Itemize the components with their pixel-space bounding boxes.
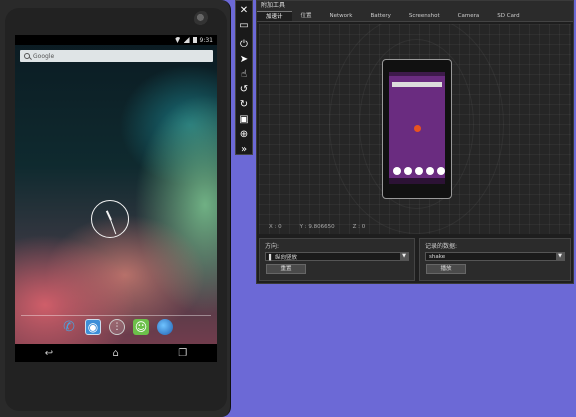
pointer-icon[interactable]: ➤: [237, 53, 251, 66]
emulator-toolbar: ✕ ▭ ⏻ ➤ ☝ ↺ ↻ ▣ ⊕ »: [235, 0, 253, 155]
status-bar: 9:31: [15, 35, 217, 45]
search-placeholder: Google: [33, 52, 55, 60]
clock-minute-hand: [109, 219, 116, 235]
play-button[interactable]: 播放: [426, 264, 466, 274]
device-screen[interactable]: 9:31 Google ✆ ◉ ⋮ ☺ ↩ ⌂ ❐: [15, 35, 217, 362]
orientation-select[interactable]: ▌ 纵向竖放 ▼: [265, 252, 409, 261]
google-search-bar[interactable]: Google: [20, 50, 213, 62]
accel-x-value: X : 0: [269, 224, 282, 230]
home-icon[interactable]: ⌂: [113, 348, 119, 359]
back-icon[interactable]: ↩: [45, 348, 53, 359]
status-time: 9:31: [199, 36, 213, 44]
device-model-dock-icon: [393, 167, 401, 175]
rotate-right-icon[interactable]: ↻: [237, 98, 251, 111]
tab-accelerometer[interactable]: 加速计: [257, 11, 292, 21]
accelerometer-dot: [414, 125, 421, 132]
camera-icon: [194, 11, 210, 27]
tab-sd-card[interactable]: SD Card: [488, 11, 528, 21]
browser-icon[interactable]: [157, 319, 173, 335]
device-model[interactable]: [382, 59, 452, 199]
orientation-selected-value: ▌ 纵向竖放: [269, 254, 297, 261]
analog-clock-widget[interactable]: [91, 200, 129, 238]
tab-network[interactable]: Network: [321, 11, 362, 21]
contacts-icon[interactable]: ◉: [85, 319, 101, 335]
navigation-bar: ↩ ⌂ ❐: [15, 344, 217, 362]
signal-icon: [183, 37, 190, 43]
device-model-dock: [393, 167, 445, 175]
recents-icon[interactable]: ❐: [178, 348, 187, 359]
orientation-panel: 方向: ▌ 纵向竖放 ▼ 重置: [259, 238, 415, 281]
recorded-data-panel: 记录的数据: shake ▼ 播放: [419, 238, 571, 281]
screenshot-icon[interactable]: ▣: [237, 113, 251, 126]
reset-button[interactable]: 重置: [266, 264, 306, 274]
device-model-screen: [389, 72, 445, 184]
power-icon[interactable]: ⏻: [237, 38, 251, 51]
device-model-search-bar: [392, 82, 442, 87]
emulator-device: 9:31 Google ✆ ◉ ⋮ ☺ ↩ ⌂ ❐: [0, 0, 231, 417]
dock-divider: [21, 315, 211, 316]
tab-camera[interactable]: Camera: [449, 11, 489, 21]
accelerometer-readout: X : 0 Y : 9.806650 Z : 0: [269, 224, 365, 230]
close-icon[interactable]: ✕: [237, 4, 251, 17]
device-model-status-bar: [389, 72, 445, 76]
device-model-dock-icon: [404, 167, 412, 175]
hand-icon[interactable]: ☝: [237, 68, 251, 81]
tab-location[interactable]: 位置: [292, 11, 321, 21]
orientation-label: 方向:: [265, 243, 280, 250]
additional-tools-window: 附加工具 加速计 位置 Network Battery Screenshot C…: [256, 0, 574, 284]
apps-icon[interactable]: ⋮: [109, 319, 125, 335]
chevron-down-icon[interactable]: ▼: [400, 253, 408, 260]
recorded-data-label: 记录的数据:: [425, 243, 458, 250]
device-model-dock-icon: [437, 167, 445, 175]
zoom-icon[interactable]: ⊕: [237, 128, 251, 141]
chevron-down-icon[interactable]: ▼: [556, 253, 564, 260]
device-model-dock-icon: [415, 167, 423, 175]
battery-icon: [192, 37, 197, 43]
search-icon: [24, 53, 30, 59]
minimize-icon[interactable]: ▭: [237, 19, 251, 32]
window-title: 附加工具: [257, 1, 573, 11]
messaging-icon[interactable]: ☺: [133, 319, 149, 335]
accel-y-value: Y : 9.806650: [299, 224, 335, 230]
device-model-dock-icon: [426, 167, 434, 175]
recorded-data-selected-value: shake: [429, 253, 446, 260]
more-icon[interactable]: »: [237, 143, 251, 156]
accelerometer-view[interactable]: X : 0 Y : 9.806650 Z : 0: [259, 24, 571, 234]
dock: ✆ ◉ ⋮ ☺: [61, 319, 173, 335]
wifi-icon: [174, 37, 181, 43]
tab-screenshot[interactable]: Screenshot: [400, 11, 449, 21]
phone-icon[interactable]: ✆: [61, 319, 77, 335]
accel-z-value: Z : 0: [352, 224, 366, 230]
tools-tabs: 加速计 位置 Network Battery Screenshot Camera…: [257, 11, 573, 22]
tab-battery[interactable]: Battery: [362, 11, 400, 21]
device-model-nav-bar: [389, 178, 445, 184]
rotate-left-icon[interactable]: ↺: [237, 83, 251, 96]
recorded-data-select[interactable]: shake ▼: [425, 252, 565, 261]
